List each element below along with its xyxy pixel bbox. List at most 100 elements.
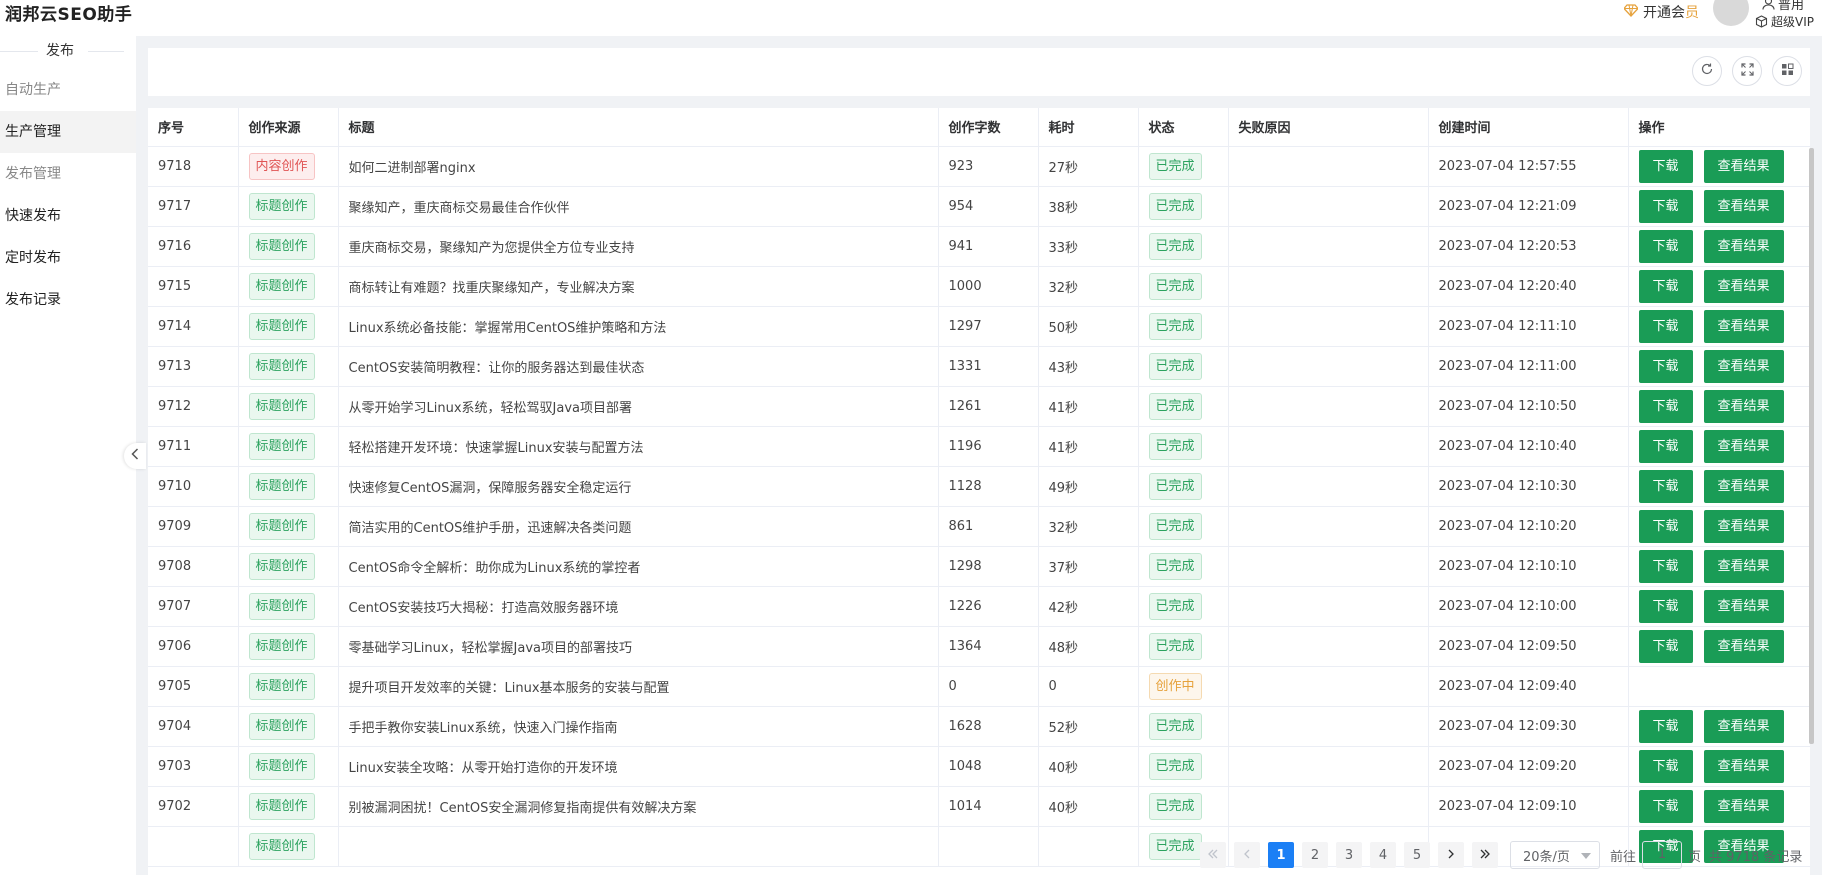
download-button[interactable]: 下载 <box>1638 549 1693 583</box>
avatar[interactable] <box>1713 0 1749 26</box>
page-button-1[interactable]: 1 <box>1268 842 1294 868</box>
column-header-duration[interactable]: 耗时 <box>1038 108 1139 147</box>
download-button[interactable]: 下载 <box>1638 509 1693 543</box>
total-records: 共 9718 条记录 <box>1709 849 1803 865</box>
first-page-button[interactable] <box>1200 842 1226 868</box>
status-badge: 已完成 <box>1148 392 1202 420</box>
cell-id: 9710 <box>148 466 239 507</box>
download-button[interactable]: 下载 <box>1638 189 1693 223</box>
sidebar-item-publish-management[interactable]: 发布管理 <box>0 153 136 195</box>
cell-created-time: 2023-07-04 12:09:50 <box>1428 626 1629 667</box>
view-result-button[interactable]: 查看结果 <box>1703 269 1784 303</box>
column-header-word-count[interactable]: 创作字数 <box>938 108 1039 147</box>
download-button[interactable]: 下载 <box>1638 309 1693 343</box>
cell-actions: 下载 查看结果 <box>1628 706 1810 747</box>
sidebar-item-publish-records[interactable]: 发布记录 <box>0 279 136 321</box>
sidebar-item-scheduled-publish[interactable]: 定时发布 <box>0 237 136 279</box>
next-page-button[interactable] <box>1438 842 1464 868</box>
cell-id: 9707 <box>148 586 239 627</box>
column-header-status[interactable]: 状态 <box>1138 108 1229 147</box>
diamond-icon <box>1623 3 1639 21</box>
page-size-select[interactable]: 20条/页 <box>1510 841 1600 869</box>
table-toolbar <box>148 48 1810 96</box>
cell-source: 标题创作 <box>238 586 339 627</box>
download-button[interactable]: 下载 <box>1638 269 1693 303</box>
download-button[interactable]: 下载 <box>1638 589 1693 623</box>
view-result-button[interactable]: 查看结果 <box>1703 149 1784 183</box>
download-button[interactable]: 下载 <box>1638 429 1693 463</box>
cell-failure-reason <box>1228 466 1429 507</box>
page-button-2[interactable]: 2 <box>1302 842 1328 868</box>
page-button-4[interactable]: 4 <box>1370 842 1396 868</box>
prev-page-button[interactable] <box>1234 842 1260 868</box>
view-result-button[interactable]: 查看结果 <box>1703 389 1784 423</box>
column-header-source[interactable]: 创作来源 <box>238 108 339 147</box>
chevron-left-icon <box>131 448 139 464</box>
sidebar-collapse-button[interactable] <box>124 443 146 469</box>
double-chevron-right-icon <box>1479 848 1491 863</box>
cell-created-time: 2023-07-04 12:09:30 <box>1428 706 1629 747</box>
download-button[interactable]: 下载 <box>1638 469 1693 503</box>
view-result-button[interactable]: 查看结果 <box>1703 469 1784 503</box>
view-result-button[interactable]: 查看结果 <box>1703 709 1784 743</box>
cell-failure-reason <box>1228 226 1429 267</box>
column-header-id[interactable]: 序号 <box>148 108 239 147</box>
download-button[interactable]: 下载 <box>1638 349 1693 383</box>
download-button[interactable]: 下载 <box>1638 389 1693 423</box>
cell-title: 如何二进制部署nginx <box>338 146 939 187</box>
open-membership-link[interactable]: 开通会员 <box>1623 2 1699 22</box>
view-result-button[interactable]: 查看结果 <box>1703 309 1784 343</box>
view-result-button[interactable]: 查看结果 <box>1703 429 1784 463</box>
cell-word-count: 861 <box>938 506 1039 547</box>
download-button[interactable]: 下载 <box>1638 229 1693 263</box>
view-result-button[interactable]: 查看结果 <box>1703 629 1784 663</box>
user-name[interactable]: 普用 <box>1762 0 1804 13</box>
view-result-button[interactable]: 查看结果 <box>1703 589 1784 623</box>
caret-down-icon <box>1581 853 1591 859</box>
status-badge: 已完成 <box>1148 512 1202 540</box>
download-button[interactable]: 下载 <box>1638 149 1693 183</box>
view-result-button[interactable]: 查看结果 <box>1703 749 1784 783</box>
view-result-button[interactable]: 查看结果 <box>1703 189 1784 223</box>
download-button[interactable]: 下载 <box>1638 629 1693 663</box>
goto-page-input[interactable]: 1 <box>1642 841 1683 869</box>
page-button-3[interactable]: 3 <box>1336 842 1362 868</box>
view-result-button[interactable]: 查看结果 <box>1703 349 1784 383</box>
cell-word-count: 1331 <box>938 346 1039 387</box>
view-result-button[interactable]: 查看结果 <box>1703 549 1784 583</box>
source-tag: 标题创作 <box>248 592 315 620</box>
view-result-button[interactable]: 查看结果 <box>1703 789 1784 823</box>
fullscreen-button[interactable] <box>1732 56 1762 86</box>
column-header-failure-reason[interactable]: 失败原因 <box>1228 108 1429 147</box>
view-result-button[interactable]: 查看结果 <box>1703 509 1784 543</box>
view-result-button[interactable]: 查看结果 <box>1703 229 1784 263</box>
user-icon <box>1762 0 1775 10</box>
page-button-5[interactable]: 5 <box>1404 842 1430 868</box>
cell-created-time: 2023-07-04 12:21:09 <box>1428 186 1629 227</box>
table-row: 9714 标题创作 Linux系统必备技能：掌握常用CentOS维护策略和方法 129… <box>148 306 1810 347</box>
cell-id: 9717 <box>148 186 239 227</box>
page-size-value: 20条/页 <box>1523 849 1570 865</box>
column-settings-button[interactable] <box>1772 56 1802 86</box>
main-content: 序号 创作来源 标题 创作字数 耗时 状态 失败原因 创建时间 操作 9718 内… <box>136 36 1822 875</box>
sidebar-item-quick-publish[interactable]: 快速发布 <box>0 195 136 237</box>
download-button[interactable]: 下载 <box>1638 709 1693 743</box>
refresh-button[interactable] <box>1692 56 1722 86</box>
sidebar-group-label: 发布 <box>46 43 74 59</box>
cell-id: 9703 <box>148 746 239 787</box>
sidebar-item-auto-production[interactable]: 自动生产 <box>0 69 136 111</box>
cell-actions: 下载 查看结果 <box>1628 786 1810 827</box>
table-scrollbar[interactable] <box>1809 148 1814 744</box>
membership-label: 开通会 <box>1643 5 1685 21</box>
download-button[interactable]: 下载 <box>1638 749 1693 783</box>
download-button[interactable]: 下载 <box>1638 789 1693 823</box>
cell-title: 轻松搭建开发环境：快速掌握Linux安装与配置方法 <box>338 426 939 467</box>
column-header-created-time[interactable]: 创建时间 <box>1428 108 1629 147</box>
sidebar-item-production-management[interactable]: 生产管理 <box>0 111 136 153</box>
last-page-button[interactable] <box>1472 842 1498 868</box>
cell-title: 重庆商标交易，聚缘知产为您提供全方位专业支持 <box>338 226 939 267</box>
cell-id: 9714 <box>148 306 239 347</box>
status-badge: 已完成 <box>1148 232 1202 260</box>
cell-id: 9704 <box>148 706 239 747</box>
column-header-title[interactable]: 标题 <box>338 108 939 147</box>
